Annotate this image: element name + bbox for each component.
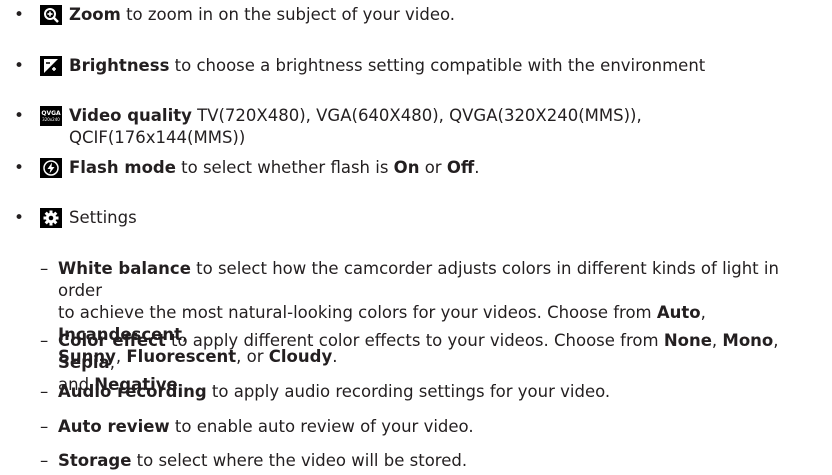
item-description: to zoom in on the subject of your video.	[120, 5, 456, 24]
sub-item-auto-review: – Auto review to enable auto review of y…	[40, 416, 818, 438]
item-description: to choose a brightness setting compatibl…	[169, 56, 706, 75]
item-text: Video quality TV(720X480), VGA(640X480),…	[69, 105, 812, 149]
option-mono: Mono	[722, 331, 774, 350]
item-label: Settings	[69, 208, 137, 227]
sub-item-white-balance: – White balance to select how the camcor…	[40, 258, 818, 366]
bullet: •	[13, 5, 25, 25]
text: to select whether flash is	[175, 158, 394, 177]
text: ,	[773, 331, 779, 350]
flash-icon	[40, 158, 62, 178]
item-label: Brightness	[69, 56, 170, 75]
item-text: Flash mode to select whether flash is On…	[69, 157, 812, 179]
text: or	[419, 158, 447, 177]
sub-item-label: Color effect	[58, 331, 166, 350]
value-on: On	[393, 158, 420, 177]
item-label: Zoom	[69, 5, 121, 24]
option-none: None	[663, 331, 712, 350]
sub-item-label: Storage	[58, 451, 132, 470]
icon-subtext: 320x240	[42, 117, 60, 122]
dash: –	[40, 259, 49, 278]
sub-item-audio-recording: – Audio recording to apply audio recordi…	[40, 381, 818, 403]
list-item-video-quality: • QVGA 320x240 Video quality TV(720X480),…	[0, 105, 832, 149]
list-item-flash-mode: • Flash mode to select whether flash is …	[0, 157, 832, 179]
text: ,	[700, 303, 706, 322]
text: to apply audio recording settings for yo…	[206, 382, 611, 401]
sub-item-text: Storage to select where the video will b…	[58, 450, 818, 472]
sub-item-text: Auto review to enable auto review of you…	[58, 416, 818, 438]
text: to apply different color effects to your…	[165, 331, 664, 350]
page: • Zoom to zoom in on the subject of your…	[0, 0, 832, 475]
option-auto: Auto	[656, 303, 701, 322]
list-item-brightness: • Brightness to choose a brightness sett…	[0, 55, 832, 77]
bullet: •	[13, 106, 25, 126]
text: to achieve the most natural-looking colo…	[58, 303, 657, 322]
bullet: •	[13, 56, 25, 76]
sub-item-label: Audio recording	[58, 382, 207, 401]
list-item-settings: • Settings	[0, 207, 832, 229]
item-label: Flash mode	[69, 158, 176, 177]
option-sepia: Sepia	[58, 353, 110, 372]
dash: –	[40, 382, 49, 401]
text: ,	[109, 353, 115, 372]
item-text: Zoom to zoom in on the subject of your v…	[69, 4, 812, 26]
zoom-icon	[40, 5, 62, 25]
icon-text: QVGA	[41, 110, 61, 117]
item-label: Video quality	[69, 106, 192, 125]
sub-item-storage: – Storage to select where the video will…	[40, 450, 818, 472]
value-off: Off	[446, 158, 475, 177]
dash: –	[40, 451, 49, 470]
dash: –	[40, 417, 49, 436]
item-text: Brightness to choose a brightness settin…	[69, 55, 812, 77]
video-quality-icon: QVGA 320x240	[40, 106, 62, 126]
list-item-zoom: • Zoom to zoom in on the subject of your…	[0, 4, 832, 26]
sub-item-text: Audio recording to apply audio recording…	[58, 381, 818, 403]
sub-item-color-effect: – Color effect to apply different color …	[40, 330, 818, 394]
text: ,	[711, 331, 723, 350]
item-description-line1: TV(720X480), VGA(640X480), QVGA(320X240(…	[191, 106, 642, 125]
text: .	[474, 158, 480, 177]
brightness-icon	[40, 56, 62, 76]
text: to enable auto review of your video.	[169, 417, 474, 436]
sub-item-label: White balance	[58, 259, 191, 278]
sub-item-label: Auto review	[58, 417, 170, 436]
dash: –	[40, 331, 49, 350]
bullet: •	[13, 158, 25, 178]
text: to select where the video will be stored…	[131, 451, 468, 470]
bullet: •	[13, 208, 25, 228]
settings-icon	[40, 208, 62, 228]
item-description-line2: QCIF(176x144(MMS))	[69, 128, 246, 147]
